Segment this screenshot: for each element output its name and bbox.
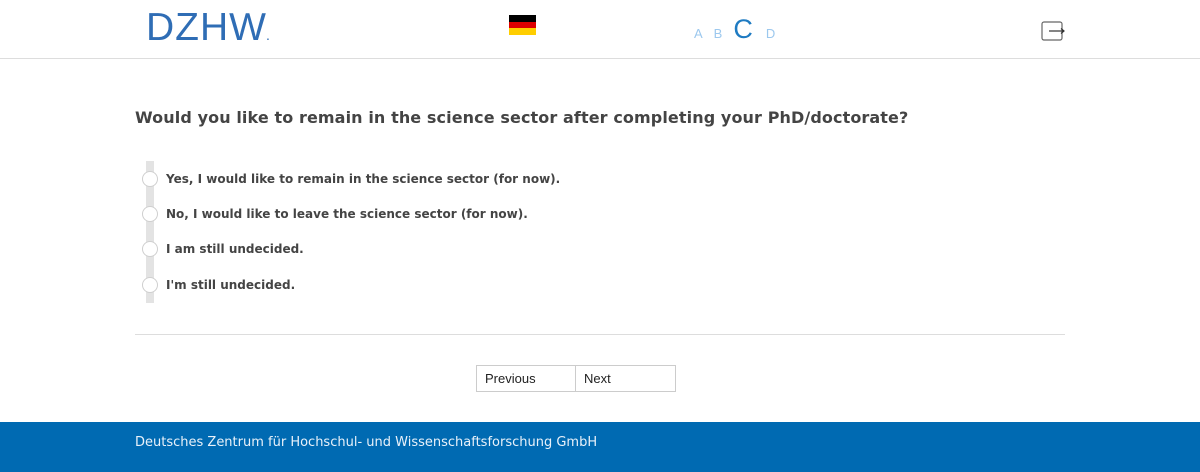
next-button[interactable]: Next [576,365,676,392]
option-undecided[interactable]: I am still undecided. [142,240,304,258]
option-remain[interactable]: Yes, I would like to remain in the scien… [142,170,560,188]
logo-text: DZHW [146,6,267,49]
dzhw-logo[interactable]: DZHW. [146,6,271,57]
german-flag-icon[interactable] [509,15,536,35]
radio-button[interactable] [142,241,158,257]
footer: Deutsches Zentrum für Hochschul- und Wis… [0,422,1200,472]
option-label: I am still undecided. [166,242,304,256]
progress-steps: A B C D [694,10,786,46]
step-c-active[interactable]: C [733,14,753,46]
previous-button[interactable]: Previous [476,365,576,392]
divider [135,334,1065,335]
step-d[interactable]: D [766,26,775,46]
page-navigation: Previous Next [476,365,676,392]
step-a[interactable]: A [694,26,703,46]
footer-text: Deutsches Zentrum für Hochschul- und Wis… [135,435,598,450]
option-still-undecided[interactable]: I'm still undecided. [142,276,295,294]
option-leave[interactable]: No, I would like to leave the science se… [142,205,528,223]
header: DZHW. A B C D [0,0,1200,59]
question-text: Would you like to remain in the science … [135,108,909,127]
radio-button[interactable] [142,206,158,222]
option-label: I'm still undecided. [166,278,296,292]
step-b[interactable]: B [714,26,723,46]
logo-dot: . [265,27,271,43]
logout-icon[interactable] [1041,21,1065,41]
radio-button[interactable] [142,171,158,187]
option-label: Yes, I would like to remain in the scien… [166,172,561,186]
answer-options: Yes, I would like to remain in the scien… [142,161,742,303]
radio-button[interactable] [142,277,158,293]
option-label: No, I would like to leave the science se… [166,207,528,221]
